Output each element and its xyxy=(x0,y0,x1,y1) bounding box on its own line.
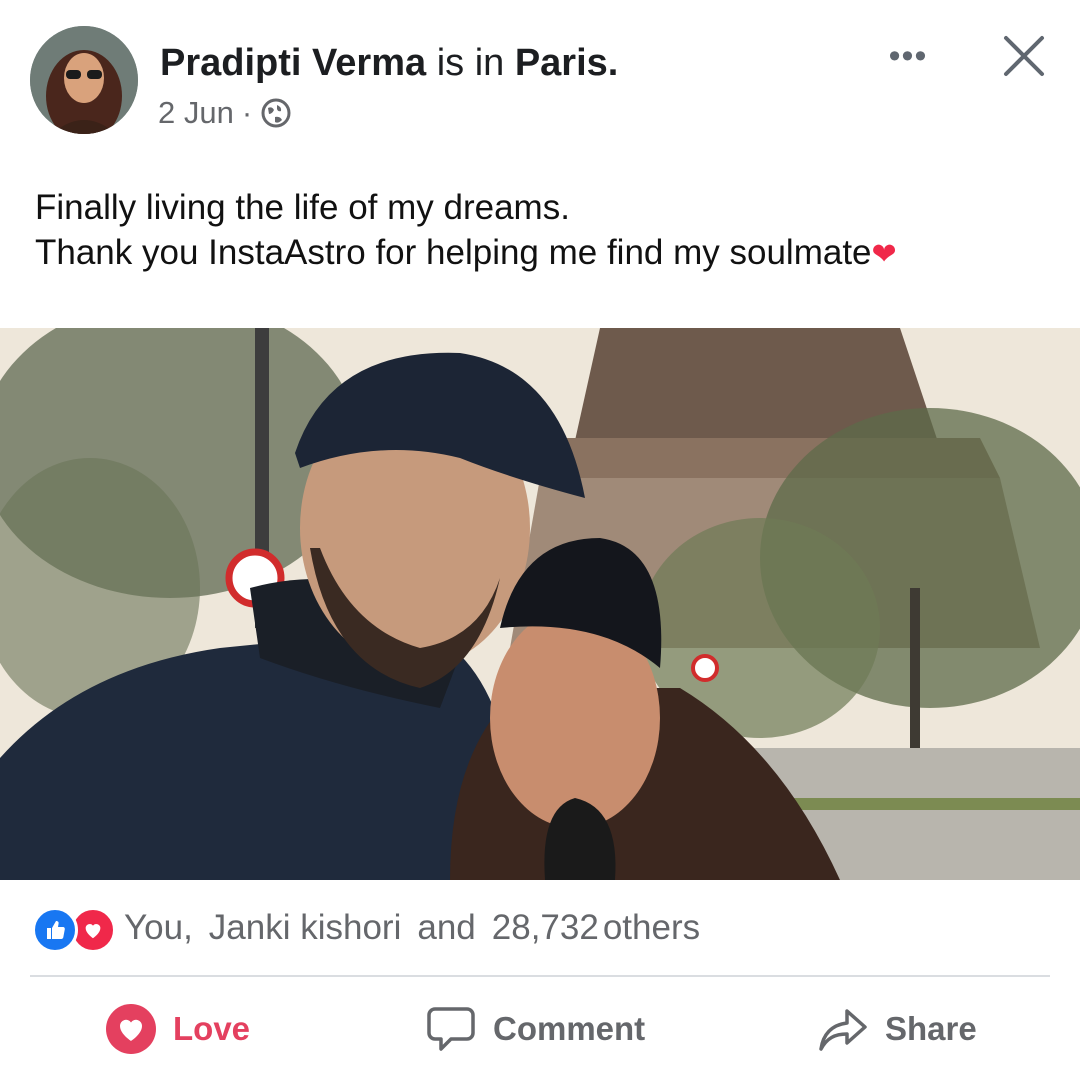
globe-icon xyxy=(260,97,292,129)
reaction-icons xyxy=(32,905,118,953)
divider xyxy=(30,975,1050,977)
comment-label: Comment xyxy=(493,1010,646,1047)
post-text-line-2: Thank you InstaAstro for helping me find… xyxy=(35,230,897,277)
post-photo[interactable] xyxy=(0,328,1080,880)
post-date[interactable]: 2 Jun xyxy=(158,95,234,131)
photo-image xyxy=(0,328,1080,880)
reaction-name-friend[interactable]: Janki kishori xyxy=(209,908,402,948)
heart-emoji: ❤ xyxy=(871,238,897,271)
love-label: Love xyxy=(173,1010,251,1047)
meta-separator: · xyxy=(241,95,253,130)
post-text-line-1: Finally living the life of my dreams. xyxy=(35,188,570,227)
close-button[interactable] xyxy=(996,28,1052,84)
author-avatar[interactable] xyxy=(30,26,138,134)
reaction-count: 28,732 xyxy=(491,908,599,947)
love-button[interactable]: Love xyxy=(105,990,250,1068)
location-name[interactable]: Paris. xyxy=(515,42,619,84)
more-options-button[interactable]: ••• xyxy=(880,36,936,76)
like-reaction-icon xyxy=(32,907,78,953)
post-text: Finally living the life of my dreams. Th… xyxy=(35,185,897,277)
reaction-others: others xyxy=(602,908,701,947)
post-meta: 2 Jun · xyxy=(158,95,292,131)
love-icon xyxy=(106,1004,156,1054)
share-button[interactable]: Share xyxy=(817,990,977,1068)
author-name[interactable]: Pradipti Verma xyxy=(160,42,426,84)
action-bar: Love Comment Share xyxy=(0,990,1080,1068)
comment-icon xyxy=(427,1007,475,1051)
post-text-line-2-content: Thank you InstaAstro for helping me find… xyxy=(35,233,872,272)
title-connector: is in xyxy=(436,42,505,84)
share-label: Share xyxy=(885,1010,977,1047)
close-icon xyxy=(1004,36,1044,76)
reaction-and: and xyxy=(417,908,476,947)
more-options-icon: ••• xyxy=(888,36,928,75)
post-title: Pradipti Verma is in Paris. xyxy=(160,40,618,86)
avatar-image xyxy=(30,26,138,134)
reactions-summary[interactable]: You, Janki kishori and 28,732 others xyxy=(32,900,700,956)
comment-button[interactable]: Comment xyxy=(425,990,645,1068)
share-icon xyxy=(819,1009,867,1051)
post-header: Pradipti Verma is in Paris. 2 Jun · ••• xyxy=(0,0,1080,160)
reaction-name-you: You, xyxy=(124,908,193,947)
